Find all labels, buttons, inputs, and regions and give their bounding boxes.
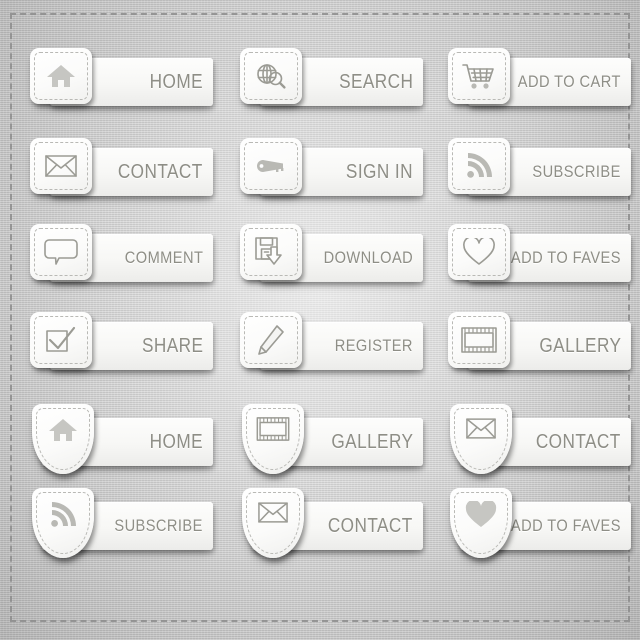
button-search[interactable]: SEARCH bbox=[222, 44, 427, 132]
heart-filled-icon bbox=[450, 488, 512, 558]
icon-shield bbox=[32, 488, 94, 558]
icon-tile bbox=[30, 138, 92, 194]
rss-icon bbox=[32, 488, 94, 558]
home-icon bbox=[32, 404, 94, 474]
shopping-cart-icon bbox=[448, 48, 510, 104]
button-label: REGISTER bbox=[334, 336, 413, 355]
pencil-icon bbox=[240, 312, 302, 368]
envelope-icon bbox=[30, 138, 92, 194]
filmstrip-icon bbox=[242, 404, 304, 474]
icon-shield bbox=[242, 404, 304, 474]
button-label: ADD TO FAVES bbox=[511, 248, 621, 267]
icon-tile bbox=[448, 224, 510, 280]
home-icon bbox=[30, 48, 92, 104]
button-gallery[interactable]: GALLERY bbox=[430, 308, 635, 396]
button-add-to-faves-shield[interactable]: ADD TO FAVES bbox=[430, 488, 635, 576]
button-register[interactable]: REGISTER bbox=[222, 308, 427, 396]
filmstrip-icon bbox=[448, 312, 510, 368]
button-gallery-shield[interactable]: GALLERY bbox=[222, 404, 427, 492]
button-home-shield[interactable]: HOME bbox=[12, 404, 217, 492]
button-contact-shield[interactable]: CONTACT bbox=[430, 404, 635, 492]
button-label: SUBSCRIBE bbox=[532, 162, 621, 181]
icon-tile bbox=[30, 312, 92, 368]
icon-tile bbox=[448, 48, 510, 104]
button-label: GALLERY bbox=[538, 334, 621, 357]
icon-shield bbox=[242, 488, 304, 558]
button-subscribe-shield[interactable]: SUBSCRIBE bbox=[12, 488, 217, 576]
button-label: COMMENT bbox=[124, 248, 203, 267]
icon-tile bbox=[448, 312, 510, 368]
button-label: SEARCH bbox=[338, 70, 413, 93]
button-label: SIGN IN bbox=[345, 160, 413, 183]
button-label: ADD TO CART bbox=[517, 72, 621, 91]
button-add-to-cart[interactable]: ADD TO CART bbox=[430, 44, 635, 132]
button-label: SHARE bbox=[141, 334, 203, 357]
button-row: SUBSCRIBE CONTACT ADD TO FAVES bbox=[0, 488, 640, 576]
button-home[interactable]: HOME bbox=[12, 44, 217, 132]
icon-tile bbox=[240, 224, 302, 280]
button-comment[interactable]: COMMENT bbox=[12, 220, 217, 308]
icon-shield bbox=[32, 404, 94, 474]
icon-shield bbox=[450, 488, 512, 558]
envelope-icon bbox=[242, 488, 304, 558]
rss-icon bbox=[448, 138, 510, 194]
button-label: HOME bbox=[149, 430, 203, 453]
button-label: ADD TO FAVES bbox=[511, 516, 621, 535]
button-download[interactable]: DOWNLOAD bbox=[222, 220, 427, 308]
button-share[interactable]: SHARE bbox=[12, 308, 217, 396]
button-row: COMMENT DOWNLOAD ADD TO FAVES bbox=[0, 220, 640, 308]
button-label: CONTACT bbox=[118, 160, 203, 183]
icon-tile bbox=[448, 138, 510, 194]
heart-outline-icon bbox=[448, 224, 510, 280]
floppy-download-icon bbox=[240, 224, 302, 280]
button-row: HOME GALLERY CONTACT bbox=[0, 404, 640, 492]
key-icon bbox=[240, 138, 302, 194]
icon-tile bbox=[240, 48, 302, 104]
globe-search-icon bbox=[240, 48, 302, 104]
icon-tile bbox=[240, 312, 302, 368]
button-row: CONTACT SIGN IN SUBSCRIBE bbox=[0, 134, 640, 222]
button-grid: HOME SEARCH ADD TO CART CONTACT SIGN IN … bbox=[0, 0, 640, 640]
button-subscribe[interactable]: SUBSCRIBE bbox=[430, 134, 635, 222]
button-label: DOWNLOAD bbox=[323, 248, 413, 267]
button-add-to-faves[interactable]: ADD TO FAVES bbox=[430, 220, 635, 308]
button-sign-in[interactable]: SIGN IN bbox=[222, 134, 427, 222]
button-row: SHARE REGISTER GALLERY bbox=[0, 308, 640, 396]
icon-tile bbox=[30, 224, 92, 280]
button-contact[interactable]: CONTACT bbox=[12, 134, 217, 222]
button-label: GALLERY bbox=[330, 430, 413, 453]
button-row: HOME SEARCH ADD TO CART bbox=[0, 44, 640, 132]
button-label: HOME bbox=[149, 70, 203, 93]
button-label: SUBSCRIBE bbox=[114, 516, 203, 535]
envelope-icon bbox=[450, 404, 512, 474]
button-contact-shield-2[interactable]: CONTACT bbox=[222, 488, 427, 576]
icon-tile bbox=[240, 138, 302, 194]
icon-shield bbox=[450, 404, 512, 474]
icon-tile bbox=[30, 48, 92, 104]
button-label: CONTACT bbox=[328, 514, 413, 537]
button-label: CONTACT bbox=[536, 430, 621, 453]
speech-bubble-icon bbox=[30, 224, 92, 280]
checkbox-check-icon bbox=[30, 312, 92, 368]
